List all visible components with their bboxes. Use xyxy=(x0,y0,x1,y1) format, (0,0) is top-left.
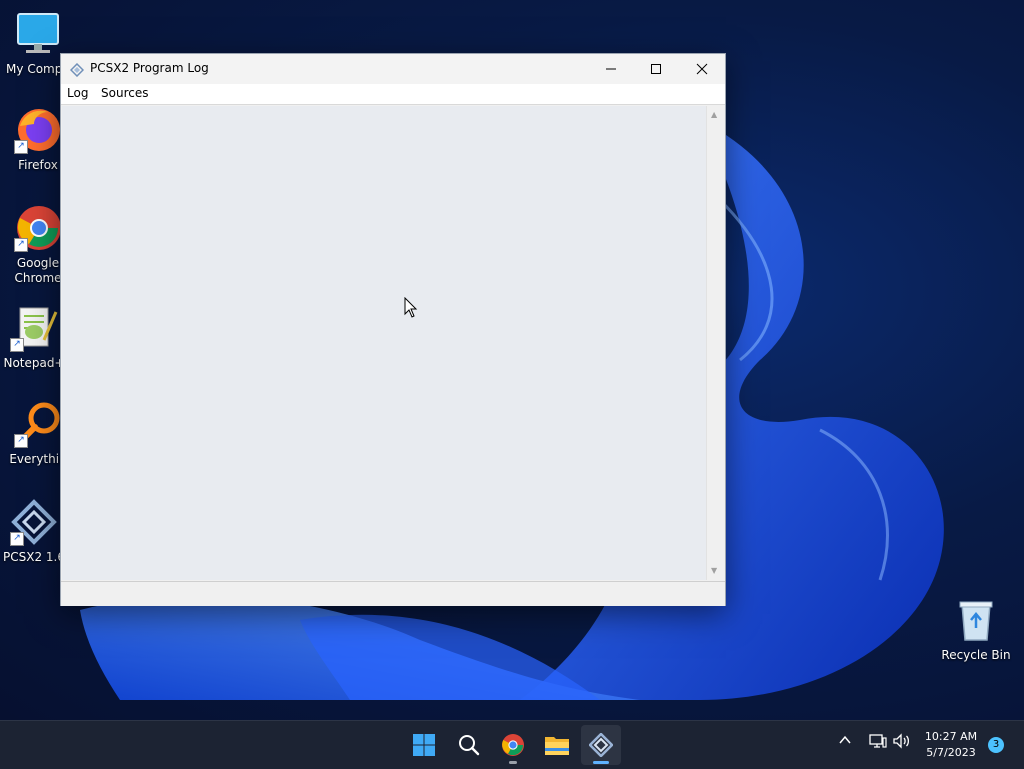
log-text-area[interactable] xyxy=(62,106,706,580)
menu-bar: Log Sources xyxy=(61,84,725,105)
taskbar-clock[interactable]: 10:27 AM 5/7/2023 xyxy=(918,729,984,761)
program-log-window[interactable]: PCSX2 Program Log Log Sources ▲ ▼ xyxy=(60,53,726,606)
shortcut-arrow-icon: ↗ xyxy=(10,338,24,352)
volume-icon xyxy=(893,733,910,749)
window-titlebar[interactable]: PCSX2 Program Log xyxy=(61,54,725,84)
start-icon xyxy=(413,734,435,756)
clock-time: 10:27 AM xyxy=(924,730,978,743)
close-icon xyxy=(696,63,708,75)
chrome-icon xyxy=(502,734,524,756)
tray-volume-button[interactable] xyxy=(893,733,911,753)
close-button[interactable] xyxy=(679,54,725,84)
taskbar-chrome-button[interactable] xyxy=(493,725,533,765)
shortcut-arrow-icon: ↗ xyxy=(14,238,28,252)
scroll-down-icon[interactable]: ▼ xyxy=(711,566,717,575)
desktop-icon-label: Recycle Bin xyxy=(941,648,1011,662)
network-icon xyxy=(869,734,887,748)
minimize-icon xyxy=(606,68,616,70)
menu-log[interactable]: Log xyxy=(67,86,88,100)
pcsx2-icon xyxy=(69,62,85,78)
recycle-bin-icon xyxy=(954,598,998,642)
scroll-up-icon[interactable]: ▲ xyxy=(711,110,717,119)
search-icon xyxy=(459,735,480,756)
clock-date: 5/7/2023 xyxy=(926,746,976,759)
desktop-icon-recycle-bin[interactable]: Recycle Bin xyxy=(940,598,1012,662)
shortcut-arrow-icon: ↗ xyxy=(14,434,28,448)
running-indicator xyxy=(509,761,517,764)
everything-search-icon: ↗ xyxy=(14,400,62,448)
vertical-scrollbar[interactable]: ▲ ▼ xyxy=(706,106,724,580)
shortcut-arrow-icon: ↗ xyxy=(14,140,28,154)
chrome-icon: ↗ xyxy=(14,204,62,252)
mouse-cursor-icon xyxy=(404,296,418,323)
active-indicator xyxy=(593,761,609,764)
pcsx2-icon: ↗ xyxy=(10,498,58,546)
taskbar-pcsx2-button[interactable] xyxy=(581,725,621,765)
tray-network-button[interactable] xyxy=(869,733,887,753)
file-explorer-icon xyxy=(545,737,569,755)
maximize-icon xyxy=(651,64,661,74)
computer-icon xyxy=(14,10,62,58)
pcsx2-icon xyxy=(589,733,613,757)
taskbar-search-button[interactable] xyxy=(449,725,489,765)
menu-sources[interactable]: Sources xyxy=(101,86,148,100)
minimize-button[interactable] xyxy=(588,54,634,84)
chevron-up-icon xyxy=(839,735,851,744)
window-title: PCSX2 Program Log xyxy=(90,61,209,75)
maximize-button[interactable] xyxy=(633,54,679,84)
taskbar: 10:27 AM 5/7/2023 3 xyxy=(0,720,1024,769)
tray-overflow-button[interactable] xyxy=(838,733,852,751)
taskbar-file-explorer-button[interactable] xyxy=(537,725,577,765)
start-button[interactable] xyxy=(404,725,444,765)
notepad-plus-plus-icon: ↗ xyxy=(10,304,58,352)
notification-badge[interactable]: 3 xyxy=(988,737,1004,753)
firefox-icon: ↗ xyxy=(14,106,62,154)
status-bar xyxy=(61,581,725,606)
shortcut-arrow-icon: ↗ xyxy=(10,532,24,546)
